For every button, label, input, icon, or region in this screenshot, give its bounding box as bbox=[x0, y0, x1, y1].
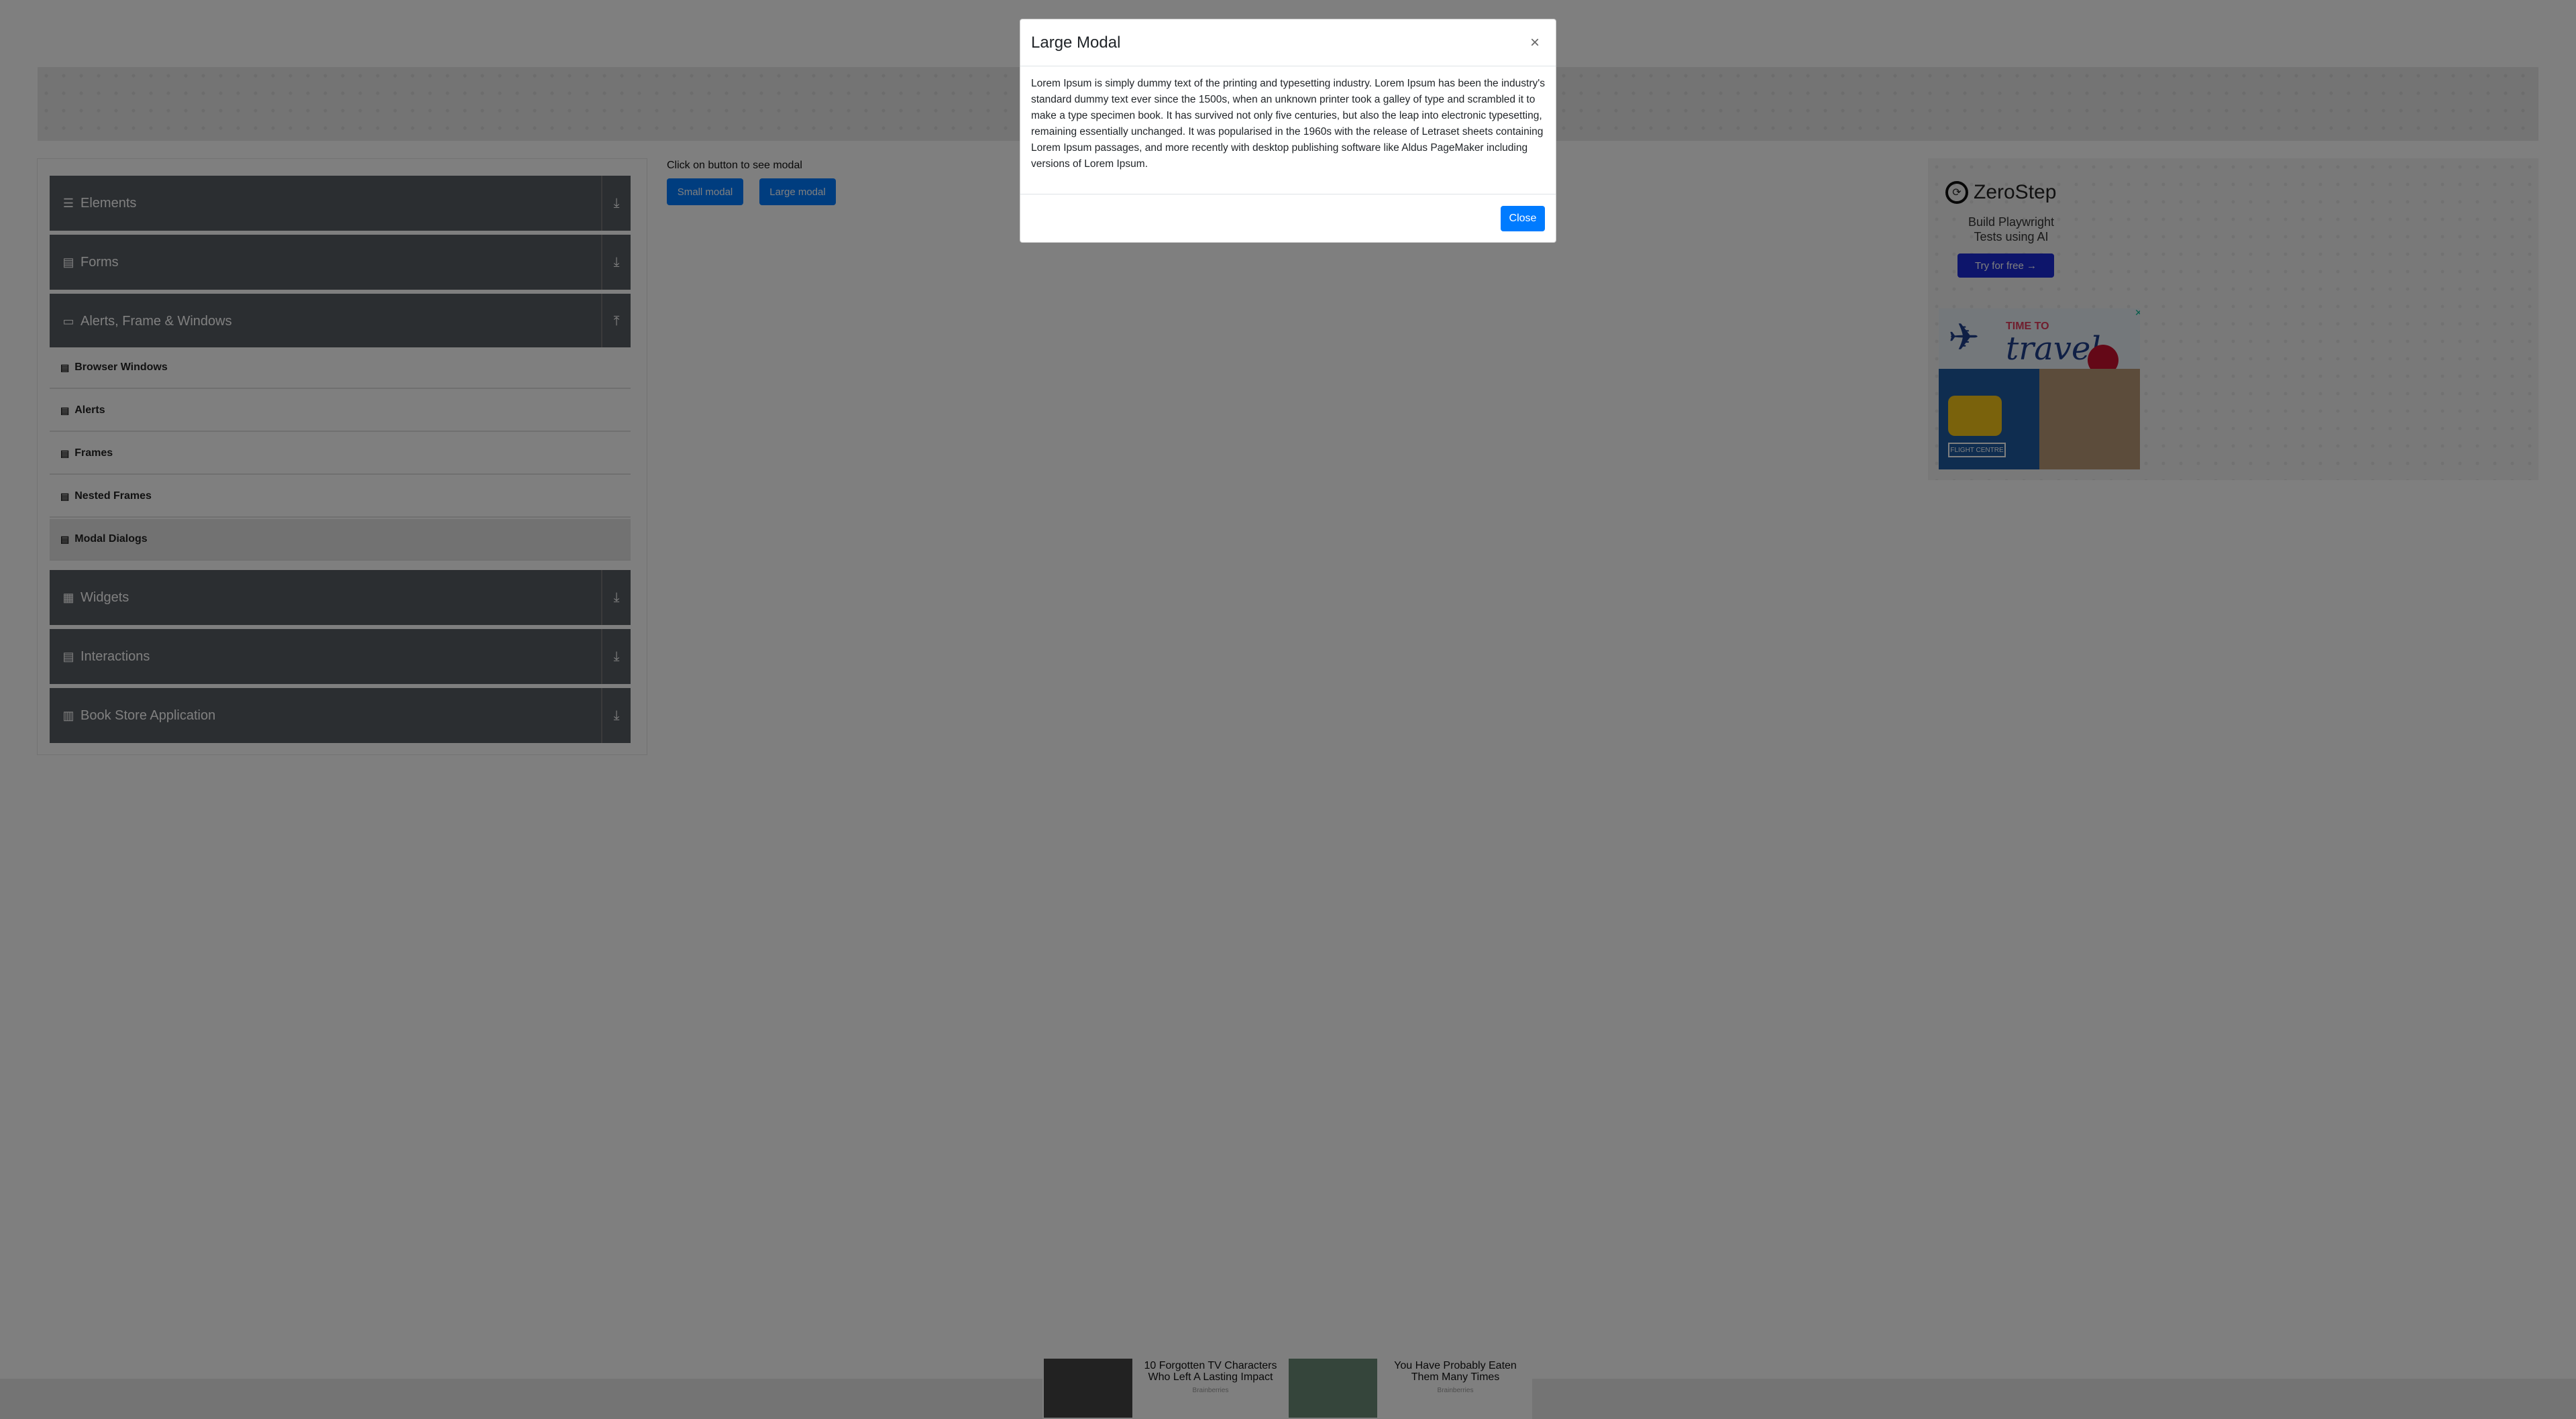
close-icon[interactable]: × bbox=[1525, 34, 1545, 52]
modal-header: Large Modal × bbox=[1020, 19, 1556, 66]
modal-footer: Close bbox=[1020, 194, 1556, 242]
modal-title: Large Modal bbox=[1031, 33, 1121, 52]
modal-body-text: Lorem Ipsum is simply dummy text of the … bbox=[1031, 78, 1545, 170]
large-modal-dialog: Large Modal × Lorem Ipsum is simply dumm… bbox=[1020, 19, 1556, 243]
close-button[interactable]: Close bbox=[1501, 205, 1545, 231]
